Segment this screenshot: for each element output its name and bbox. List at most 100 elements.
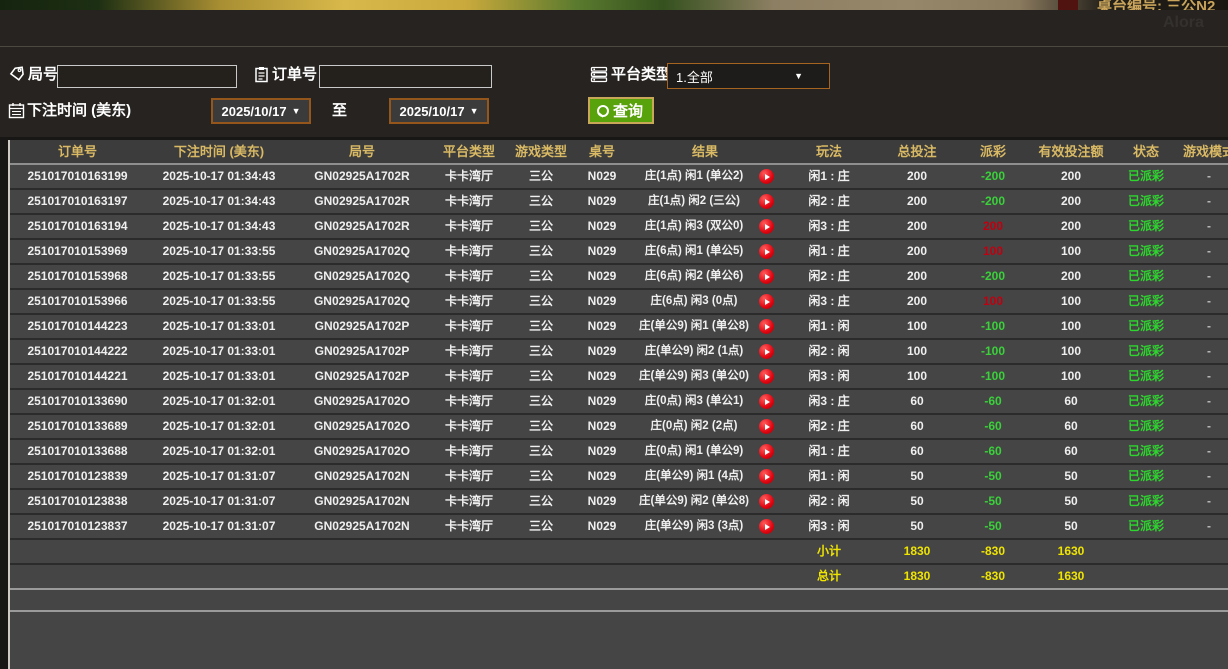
cell-play: 闲2 : 闲 [781, 490, 877, 513]
cell-payout: -60 [957, 440, 1029, 463]
order-number-input[interactable] [319, 65, 492, 88]
cell-order-id: 251017010133690 [10, 390, 145, 413]
result-text: 庄(单公9) 闲3 (3点) [629, 515, 759, 538]
table-row: 251017010123837 2025-10-17 01:31:07 GN02… [10, 515, 1228, 540]
cell-round: GN02925A1702O [293, 390, 431, 413]
video-play-button[interactable] [759, 469, 774, 484]
cell-status: 已派彩 [1113, 440, 1179, 463]
cell-total-bet: 100 [877, 365, 957, 388]
video-play-button[interactable] [759, 444, 774, 459]
cell-game-mode: - [1179, 465, 1228, 488]
video-play-button[interactable] [759, 319, 774, 334]
cell-valid-bet: 100 [1029, 315, 1113, 338]
cell-round: GN02925A1702P [293, 315, 431, 338]
cell-table-no: N029 [575, 390, 629, 413]
video-play-button[interactable] [759, 219, 774, 234]
table-body: 251017010163199 2025-10-17 01:34:43 GN02… [10, 165, 1228, 540]
subtotal-label: 小计 [781, 540, 877, 563]
cell-result: 庄(1点) 闲1 (单公2) [629, 165, 781, 188]
cell-platform: 卡卡湾厅 [431, 315, 507, 338]
cell-game-type: 三公 [507, 390, 575, 413]
table-row: 251017010123838 2025-10-17 01:31:07 GN02… [10, 490, 1228, 515]
cell-platform: 卡卡湾厅 [431, 465, 507, 488]
video-play-button[interactable] [759, 294, 774, 309]
cell-round: GN02925A1702N [293, 490, 431, 513]
cell-total-bet: 200 [877, 215, 957, 238]
cell-result: 庄(0点) 闲2 (2点) [629, 415, 781, 438]
subtotal-payout: -830 [957, 540, 1029, 563]
result-text: 庄(单公9) 闲2 (1点) [629, 340, 759, 363]
result-text: 庄(6点) 闲1 (单公5) [629, 240, 759, 263]
cell-status: 已派彩 [1113, 390, 1179, 413]
round-number-input[interactable] [57, 65, 237, 88]
cell-round: GN02925A1702R [293, 190, 431, 213]
watermark-text: Alora [1163, 14, 1204, 32]
cell-game-type: 三公 [507, 490, 575, 513]
total-label: 总计 [781, 565, 877, 588]
date-from-picker[interactable]: 2025/10/17 ▼ [211, 98, 311, 124]
cell-round: GN02925A1702Q [293, 240, 431, 263]
date-to-picker[interactable]: 2025/10/17 ▼ [389, 98, 489, 124]
cell-total-bet: 60 [877, 440, 957, 463]
video-play-button[interactable] [759, 494, 774, 509]
cell-table-no: N029 [575, 515, 629, 538]
cell-payout: -200 [957, 165, 1029, 188]
cell-play: 闲1 : 庄 [781, 240, 877, 263]
play-icon [765, 249, 770, 255]
cell-bet-time: 2025-10-17 01:31:07 [145, 490, 293, 513]
cell-valid-bet: 50 [1029, 515, 1113, 538]
cell-round: GN02925A1702R [293, 165, 431, 188]
cell-result: 庄(6点) 闲1 (单公5) [629, 240, 781, 263]
video-play-button[interactable] [759, 169, 774, 184]
cell-round: GN02925A1702N [293, 515, 431, 538]
cell-status: 已派彩 [1113, 290, 1179, 313]
video-play-button[interactable] [759, 519, 774, 534]
cell-valid-bet: 200 [1029, 165, 1113, 188]
cell-valid-bet: 200 [1029, 265, 1113, 288]
cell-order-id: 251017010144221 [10, 365, 145, 388]
cell-game-type: 三公 [507, 315, 575, 338]
cell-order-id: 251017010153966 [10, 290, 145, 313]
cell-game-mode: - [1179, 240, 1228, 263]
video-play-button[interactable] [759, 244, 774, 259]
platform-type-select[interactable]: 1.全部 ▼ [667, 63, 830, 89]
cell-game-type: 三公 [507, 190, 575, 213]
cell-status: 已派彩 [1113, 465, 1179, 488]
video-play-button[interactable] [759, 369, 774, 384]
cell-game-type: 三公 [507, 265, 575, 288]
results-table: 订单号 下注时间 (美东) 局号 平台类型 游戏类型 桌号 结果 玩法 总投注 … [8, 140, 1228, 669]
cell-result: 庄(1点) 闲3 (双公0) [629, 215, 781, 238]
cell-game-type: 三公 [507, 465, 575, 488]
cell-platform: 卡卡湾厅 [431, 190, 507, 213]
play-icon [765, 474, 770, 480]
cell-total-bet: 200 [877, 190, 957, 213]
cell-total-bet: 200 [877, 290, 957, 313]
cell-play: 闲1 : 闲 [781, 465, 877, 488]
cell-payout: 200 [957, 215, 1029, 238]
video-play-button[interactable] [759, 344, 774, 359]
cell-table-no: N029 [575, 215, 629, 238]
cell-platform: 卡卡湾厅 [431, 390, 507, 413]
video-play-button[interactable] [759, 194, 774, 209]
table-row: 251017010144223 2025-10-17 01:33:01 GN02… [10, 315, 1228, 340]
platform-stack-icon [590, 66, 607, 83]
search-button[interactable]: 查询 [588, 97, 654, 124]
chevron-down-icon: ▼ [470, 106, 479, 116]
cell-game-type: 三公 [507, 215, 575, 238]
cell-order-id: 251017010144223 [10, 315, 145, 338]
result-text: 庄(单公9) 闲1 (单公8) [629, 315, 759, 338]
cell-status: 已派彩 [1113, 215, 1179, 238]
cell-payout: -200 [957, 265, 1029, 288]
cell-platform: 卡卡湾厅 [431, 165, 507, 188]
cell-result: 庄(单公9) 闲3 (单公0) [629, 365, 781, 388]
video-play-button[interactable] [759, 419, 774, 434]
video-play-button[interactable] [759, 269, 774, 284]
cell-play: 闲3 : 闲 [781, 515, 877, 538]
header-result: 结果 [629, 140, 781, 163]
cell-status: 已派彩 [1113, 490, 1179, 513]
video-play-button[interactable] [759, 394, 774, 409]
play-icon [765, 299, 770, 305]
cell-result: 庄(6点) 闲2 (单公6) [629, 265, 781, 288]
table-row: 251017010144222 2025-10-17 01:33:01 GN02… [10, 340, 1228, 365]
header-game-type: 游戏类型 [507, 140, 575, 163]
